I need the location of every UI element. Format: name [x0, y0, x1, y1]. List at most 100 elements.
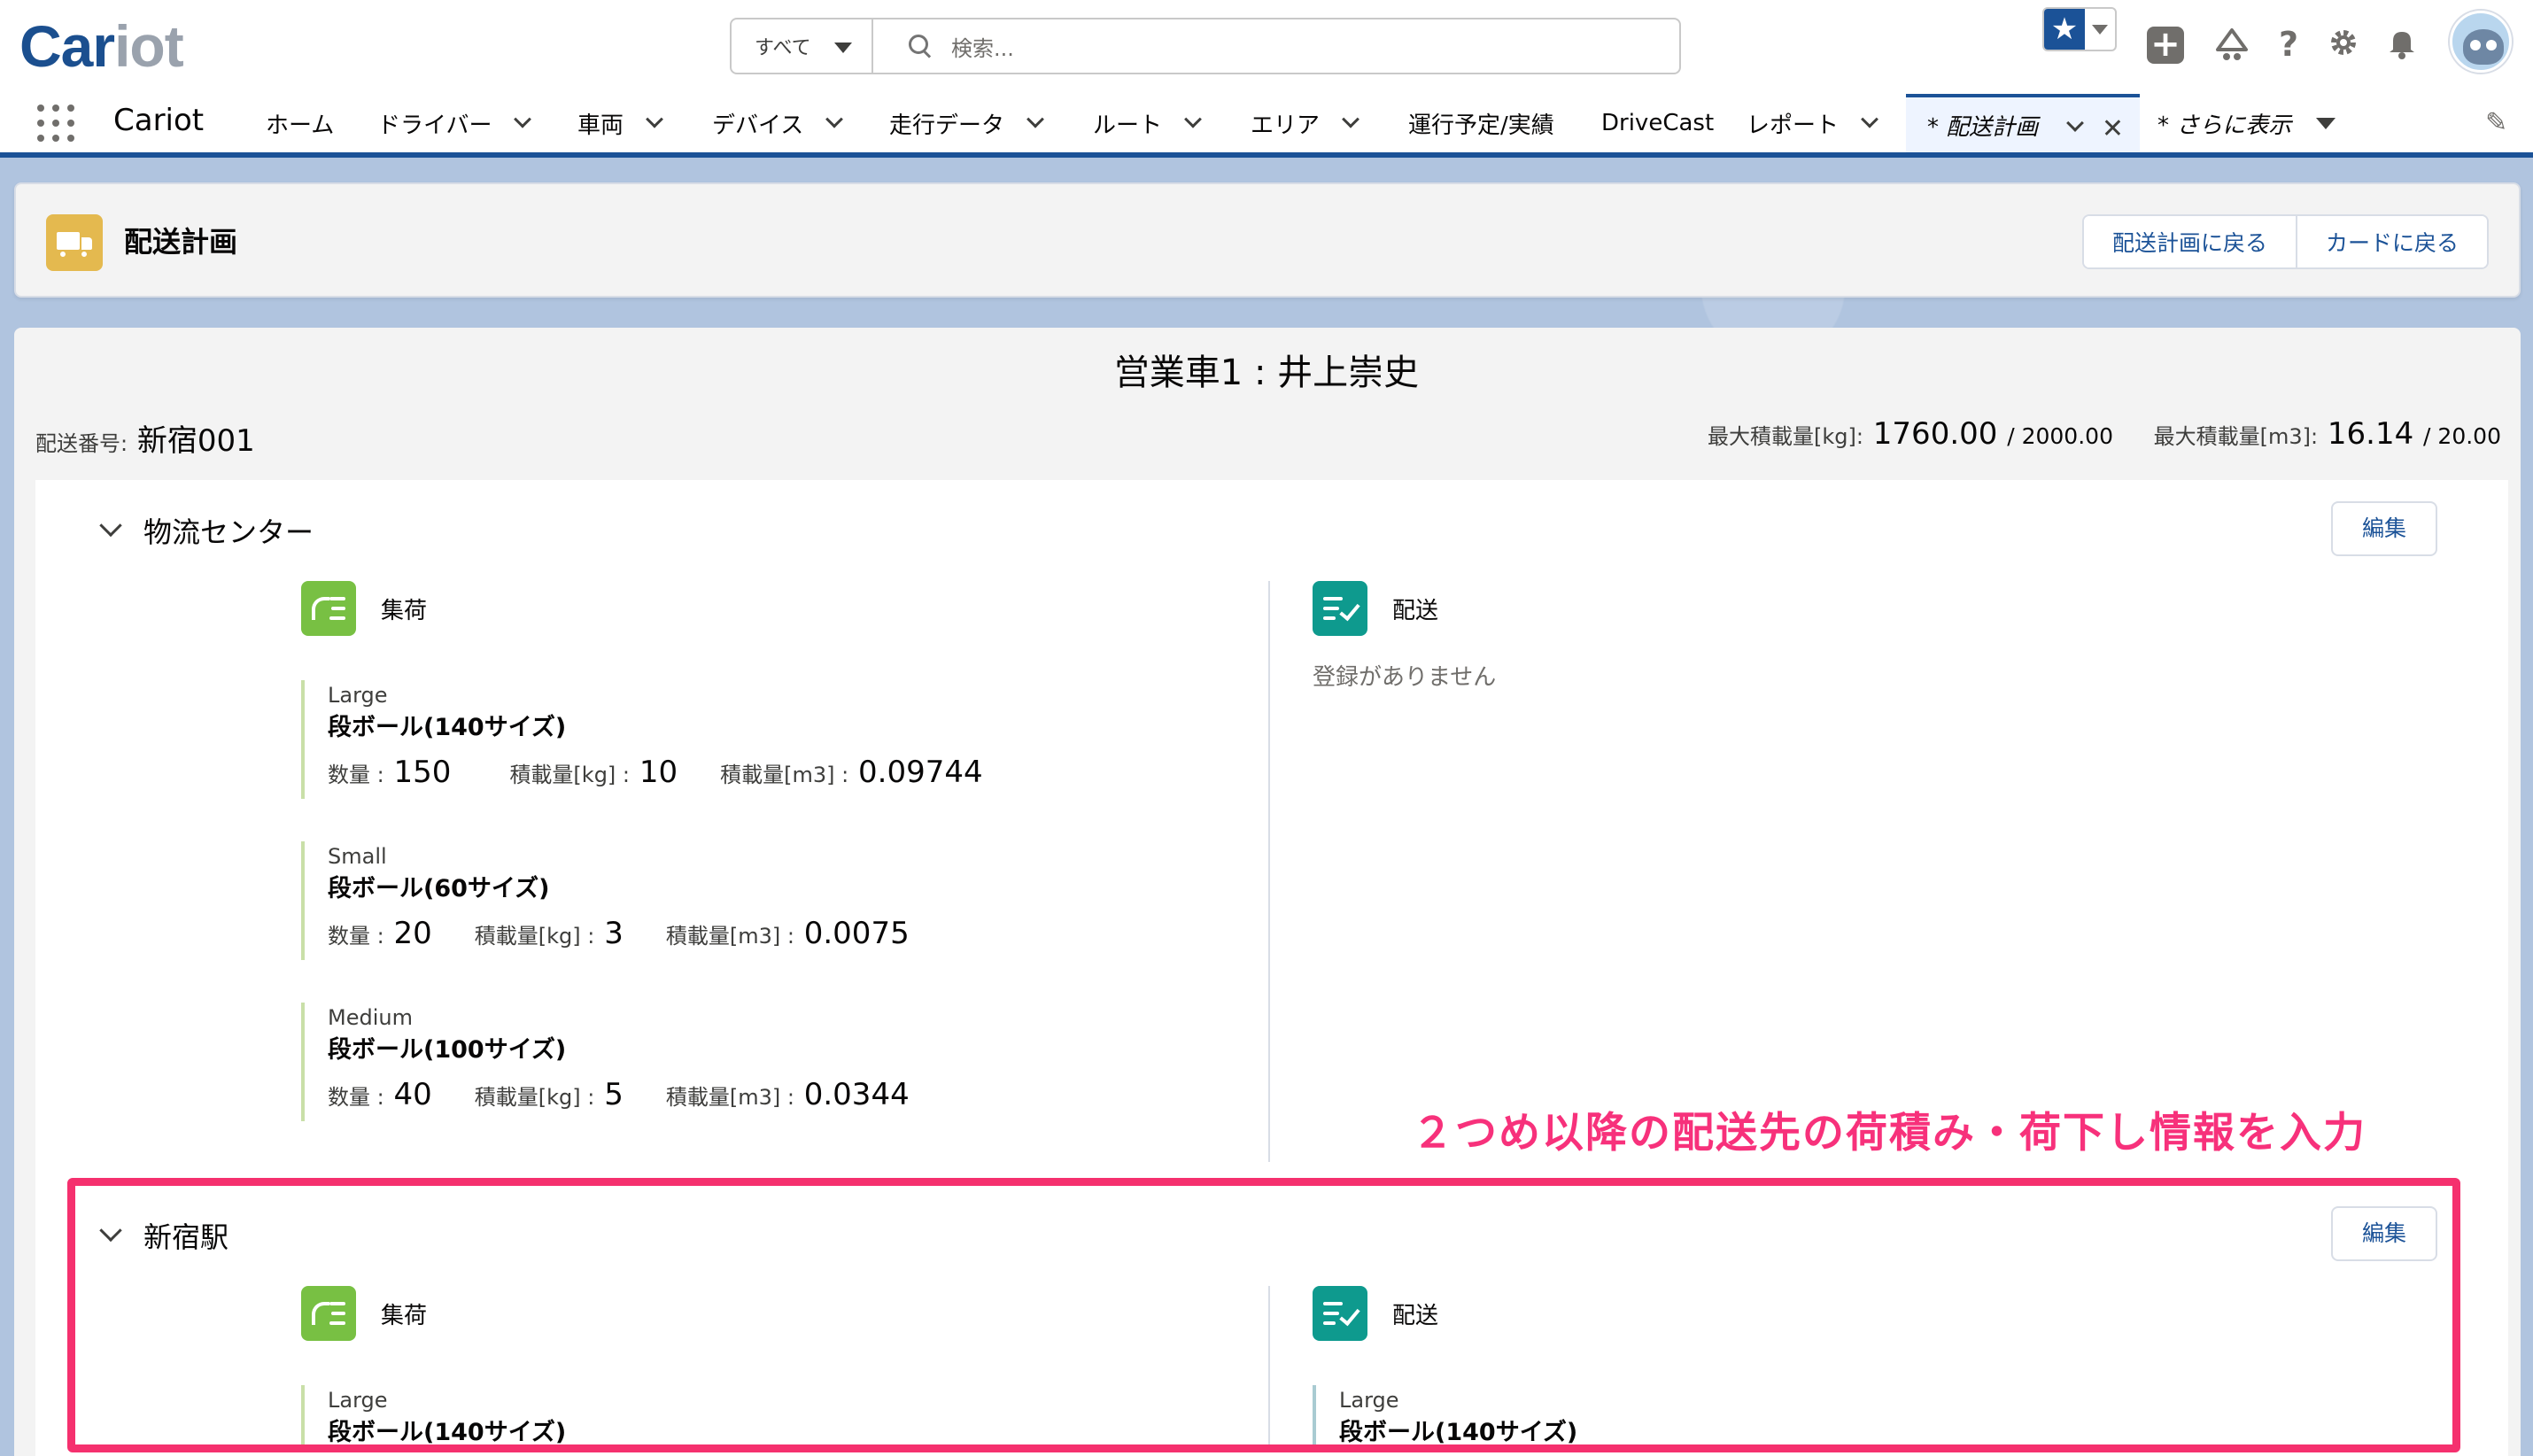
- m3-value: 0.0075: [803, 916, 910, 951]
- avatar-face: [2463, 29, 2504, 65]
- close-tab-icon[interactable]: ✕: [2102, 113, 2124, 144]
- m3-label: 積載量[m3] :: [665, 1085, 794, 1110]
- chevron-down-icon[interactable]: [1342, 110, 1359, 128]
- trailhead-icon[interactable]: [2212, 25, 2251, 64]
- item-size: Large: [1339, 1388, 1399, 1413]
- chevron-down-icon[interactable]: [99, 1219, 122, 1243]
- column-divider: [1268, 1286, 1270, 1445]
- item-metrics: 数量 : 20 積載量[kg] : 3 積載量[m3] : 0.0075: [328, 907, 910, 960]
- annotation-callout: ２つめ以降の配送先の荷積み・荷下し情報を入力: [1412, 1109, 2366, 1158]
- caret-down-icon: [834, 43, 852, 53]
- pickup-header: 集荷: [301, 1286, 427, 1341]
- user-avatar[interactable]: [2450, 11, 2512, 73]
- nav-item-devices[interactable]: デバイス: [712, 94, 844, 152]
- nav-item-label: 運行予定/実績: [1408, 112, 1554, 139]
- nav-item-label: レポート: [1747, 112, 1840, 139]
- chevron-down-icon[interactable]: [825, 110, 844, 128]
- item-size: Large: [328, 683, 388, 708]
- pickup-icon: [301, 1286, 356, 1341]
- nav-item-label: ホーム: [266, 112, 335, 139]
- m3-value: 0.0344: [803, 1077, 910, 1112]
- pickup-header: 集荷: [301, 581, 427, 636]
- kg-label: 積載量[kg] :: [509, 763, 631, 787]
- edit-nav-pencil-icon[interactable]: ✎: [2485, 110, 2512, 136]
- nav-item-trips[interactable]: 走行データ: [889, 94, 1044, 152]
- tab-label: * 配送計画: [1927, 113, 2039, 141]
- nav-more-menu[interactable]: * さらに表示: [2157, 94, 2336, 152]
- nav-item-home[interactable]: ホーム: [266, 94, 334, 152]
- global-header: Cariot すべて 検索... ★ + ?: [0, 0, 2533, 94]
- app-launcher-waffle-icon[interactable]: [37, 105, 74, 142]
- delivery-label: 配送: [1392, 1302, 1439, 1329]
- section-title: 物流センター: [143, 515, 314, 549]
- max-m3-value: 16.14: [2327, 416, 2414, 452]
- nav-item-label: ドライバー: [377, 112, 492, 139]
- delivery-header: 配送: [1313, 1286, 1438, 1341]
- section-toggle-logistics-center[interactable]: 物流センター: [99, 510, 314, 551]
- truck-icon: [46, 214, 103, 271]
- edit-button[interactable]: 編集: [2331, 501, 2437, 556]
- nav-item-label: エリア: [1251, 112, 1321, 139]
- app-name: Cariot: [113, 103, 205, 138]
- kg-value: 5: [604, 1077, 624, 1112]
- nav-item-vehicles[interactable]: 車両: [577, 94, 663, 152]
- nav-more-label: * さらに表示: [2157, 112, 2292, 139]
- nav-item-label: 走行データ: [889, 112, 1005, 139]
- nav-item-drivers[interactable]: ドライバー: [377, 94, 532, 152]
- favorites-caret-icon[interactable]: [2085, 9, 2115, 50]
- chevron-down-icon[interactable]: [2066, 114, 2084, 132]
- qty-value: 40: [393, 1077, 432, 1112]
- setup-gear-icon[interactable]: [2324, 25, 2363, 64]
- max-kg-label: 最大積載量[kg]:: [1708, 424, 1863, 449]
- item-size: Small: [328, 844, 387, 869]
- favorites-button[interactable]: ★: [2042, 7, 2117, 51]
- empty-delivery-message: 登録がありません: [1313, 664, 1497, 691]
- notifications-bell-icon[interactable]: [2382, 25, 2421, 64]
- search-input[interactable]: 検索...: [951, 31, 1014, 62]
- m3-value: 0.09744: [858, 755, 983, 790]
- chevron-down-icon[interactable]: [99, 514, 122, 538]
- m3-label: 積載量[m3] :: [665, 924, 794, 949]
- list-item: Large 段ボール(140サイズ): [301, 1385, 566, 1451]
- item-name: 段ボール(60サイズ): [328, 875, 550, 902]
- global-actions-plus-icon[interactable]: +: [2147, 27, 2184, 64]
- nav-item-label: 車両: [577, 112, 624, 139]
- logo-text-car: Car: [19, 13, 115, 79]
- chevron-down-icon[interactable]: [514, 110, 532, 128]
- nav-item-routes[interactable]: ルート: [1093, 94, 1202, 152]
- nav-item-drivecast[interactable]: DriveCast: [1601, 94, 1714, 152]
- item-size: Large: [328, 1388, 388, 1413]
- delivery-icon: [1313, 581, 1367, 636]
- qty-label: 数量 :: [328, 1085, 384, 1110]
- nav-item-label: デバイス: [712, 112, 804, 139]
- pickup-icon: [301, 581, 356, 636]
- chevron-down-icon[interactable]: [1184, 110, 1202, 128]
- delivery-label: 配送: [1392, 597, 1439, 624]
- back-to-card-button[interactable]: カードに戻る: [2295, 216, 2487, 267]
- section-title: 新宿駅: [143, 1220, 229, 1254]
- chevron-down-icon[interactable]: [1026, 110, 1044, 128]
- delivery-number-label: 配送番号:: [35, 431, 128, 456]
- nav-item-areas[interactable]: エリア: [1251, 94, 1359, 152]
- app-navigation: Cariot ホーム ドライバー 車両 デバイス 走行データ ルート エリア 運…: [0, 94, 2533, 158]
- nav-item-reports[interactable]: レポート: [1747, 94, 1878, 152]
- help-icon[interactable]: ?: [2269, 25, 2308, 64]
- tab-delivery-plan[interactable]: * 配送計画 ✕: [1906, 94, 2140, 152]
- global-search: すべて 検索...: [730, 18, 1681, 74]
- cariot-logo[interactable]: Cariot: [19, 12, 184, 80]
- item-name: 段ボール(140サイズ): [1339, 1419, 1578, 1446]
- search-scope-label: すべて: [755, 37, 811, 59]
- search-scope-select[interactable]: すべて: [732, 19, 873, 73]
- nav-item-schedule[interactable]: 運行予定/実績: [1408, 94, 1554, 152]
- item-name: 段ボール(140サイズ): [328, 1419, 567, 1446]
- chevron-down-icon[interactable]: [1861, 110, 1878, 128]
- max-kg-value: 1760.00: [1872, 416, 1998, 452]
- section-toggle-shinjuku-station[interactable]: 新宿駅: [99, 1215, 229, 1256]
- qty-value: 20: [393, 916, 432, 951]
- chevron-down-icon[interactable]: [646, 110, 663, 128]
- item-size: Medium: [328, 1005, 413, 1030]
- header-button-group: 配送計画に戻る カードに戻る: [2081, 214, 2489, 269]
- back-to-plan-button[interactable]: 配送計画に戻る: [2083, 216, 2296, 267]
- delivery-icon: [1313, 1286, 1367, 1341]
- edit-button[interactable]: 編集: [2331, 1206, 2437, 1261]
